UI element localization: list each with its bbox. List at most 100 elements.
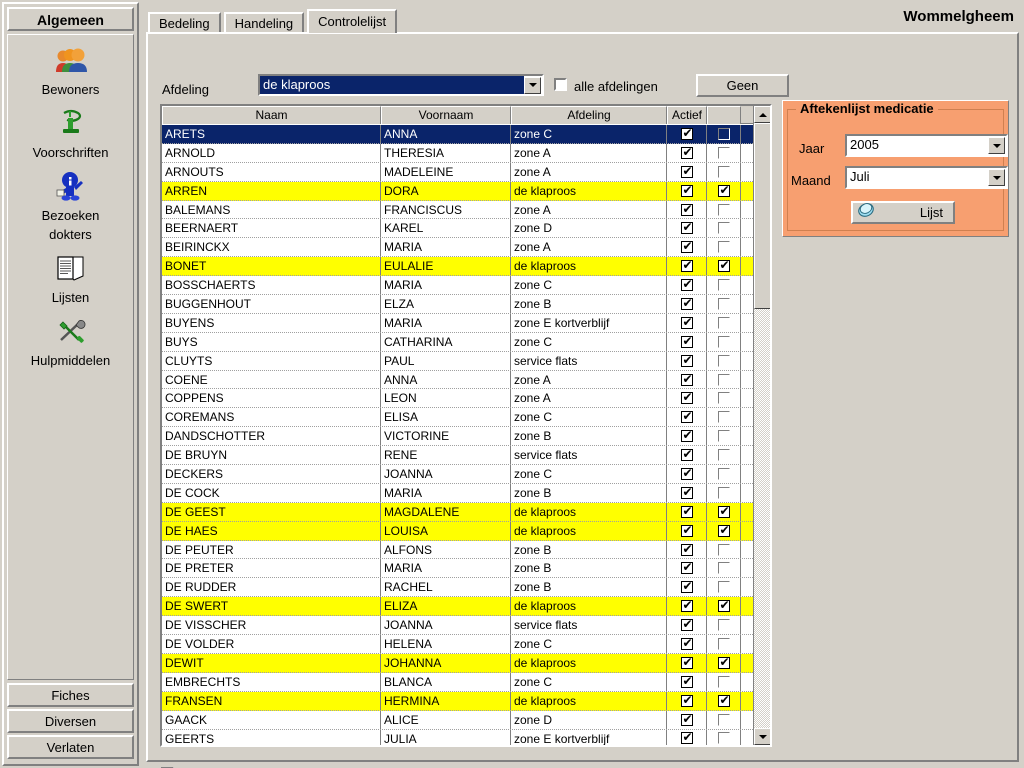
table-row[interactable]: DE RUDDER RACHEL zone B ✔ bbox=[162, 578, 753, 598]
geen-button[interactable]: Geen bbox=[696, 74, 789, 97]
cell-select-checkbox[interactable] bbox=[707, 672, 741, 691]
alle-afdelingen-checkbox[interactable] bbox=[554, 78, 567, 91]
tab-bedeling[interactable]: Bedeling bbox=[148, 12, 221, 33]
scroll-down-icon[interactable] bbox=[754, 728, 770, 745]
table-row[interactable]: ARETS ANNA zone C ✔ bbox=[162, 125, 753, 144]
scrollbar-track[interactable] bbox=[754, 123, 770, 728]
cell-select-checkbox[interactable] bbox=[707, 370, 741, 389]
cell-actief-checkbox[interactable]: ✔ bbox=[667, 540, 707, 559]
cell-select-checkbox[interactable] bbox=[707, 483, 741, 502]
cell-select-checkbox[interactable] bbox=[707, 427, 741, 446]
table-row[interactable]: ARNOLD THERESIA zone A ✔ bbox=[162, 143, 753, 163]
cell-actief-checkbox[interactable]: ✔ bbox=[667, 502, 707, 521]
cell-actief-checkbox[interactable]: ✔ bbox=[667, 578, 707, 597]
table-row[interactable]: BUYS CATHARINA zone C ✔ bbox=[162, 332, 753, 352]
cell-actief-checkbox[interactable]: ✔ bbox=[667, 446, 707, 465]
cell-select-checkbox[interactable]: ✔ bbox=[707, 181, 741, 200]
cell-select-checkbox[interactable] bbox=[707, 276, 741, 295]
tab-controlelijst[interactable]: Controlelijst bbox=[307, 9, 398, 33]
cell-select-checkbox[interactable] bbox=[707, 238, 741, 257]
cell-select-checkbox[interactable] bbox=[707, 295, 741, 313]
table-row[interactable]: ARREN DORA de klaproos ✔ ✔ bbox=[162, 181, 753, 201]
cell-actief-checkbox[interactable]: ✔ bbox=[667, 672, 707, 691]
cell-select-checkbox[interactable] bbox=[707, 125, 741, 143]
cell-actief-checkbox[interactable]: ✔ bbox=[667, 559, 707, 578]
table-row[interactable]: BALEMANS FRANCISCUS zone A ✔ bbox=[162, 200, 753, 220]
cell-select-checkbox[interactable] bbox=[707, 559, 741, 578]
table-row[interactable]: DE COCK MARIA zone B ✔ bbox=[162, 483, 753, 503]
cell-select-checkbox[interactable] bbox=[707, 162, 741, 181]
table-row[interactable]: GEERTS JULIA zone E kortverblijf ✔ bbox=[162, 729, 753, 745]
cell-select-checkbox[interactable] bbox=[707, 635, 741, 653]
table-row[interactable]: ARNOUTS MADELEINE zone A ✔ bbox=[162, 162, 753, 182]
cell-actief-checkbox[interactable]: ✔ bbox=[667, 691, 707, 710]
cell-select-checkbox[interactable]: ✔ bbox=[707, 521, 741, 540]
cell-select-checkbox[interactable] bbox=[707, 332, 741, 351]
cell-select-checkbox[interactable]: ✔ bbox=[707, 597, 741, 616]
cell-actief-checkbox[interactable]: ✔ bbox=[667, 710, 707, 729]
sidebar-item-lijsten[interactable]: Lijsten bbox=[8, 243, 133, 306]
cell-actief-checkbox[interactable]: ✔ bbox=[667, 181, 707, 200]
cell-actief-checkbox[interactable]: ✔ bbox=[667, 238, 707, 257]
column-header-actief[interactable]: Actief bbox=[667, 106, 707, 124]
cell-actief-checkbox[interactable]: ✔ bbox=[667, 465, 707, 483]
cell-actief-checkbox[interactable]: ✔ bbox=[667, 389, 707, 408]
cell-actief-checkbox[interactable]: ✔ bbox=[667, 125, 707, 143]
cell-select-checkbox[interactable]: ✔ bbox=[707, 653, 741, 672]
cell-actief-checkbox[interactable]: ✔ bbox=[667, 351, 707, 370]
cell-actief-checkbox[interactable]: ✔ bbox=[667, 370, 707, 389]
tab-handeling[interactable]: Handeling bbox=[223, 12, 305, 33]
cell-select-checkbox[interactable] bbox=[707, 408, 741, 427]
cell-select-checkbox[interactable] bbox=[707, 710, 741, 729]
table-row[interactable]: FRANSEN HERMINA de klaproos ✔ ✔ bbox=[162, 691, 753, 711]
cell-actief-checkbox[interactable]: ✔ bbox=[667, 408, 707, 427]
cell-select-checkbox[interactable] bbox=[707, 446, 741, 465]
chevron-down-icon[interactable] bbox=[988, 169, 1005, 186]
table-row[interactable]: DE VISSCHER JOANNA service flats ✔ bbox=[162, 616, 753, 636]
table-vertical-scrollbar[interactable] bbox=[753, 106, 770, 745]
sidebar-button-verlaten[interactable]: Verlaten bbox=[7, 735, 134, 759]
cell-actief-checkbox[interactable]: ✔ bbox=[667, 729, 707, 745]
cell-actief-checkbox[interactable]: ✔ bbox=[667, 521, 707, 540]
table-row[interactable]: COREMANS ELISA zone C ✔ bbox=[162, 408, 753, 428]
maand-select[interactable]: Juli bbox=[845, 166, 1008, 189]
sidebar-button-diversen[interactable]: Diversen bbox=[7, 709, 134, 733]
cell-actief-checkbox[interactable]: ✔ bbox=[667, 162, 707, 181]
sidebar-item-voorschriften[interactable]: Voorschriften bbox=[8, 98, 133, 161]
cell-select-checkbox[interactable] bbox=[707, 200, 741, 219]
cell-select-checkbox[interactable] bbox=[707, 729, 741, 745]
cell-actief-checkbox[interactable]: ✔ bbox=[667, 276, 707, 295]
jaar-select[interactable]: 2005 bbox=[845, 134, 1008, 157]
cell-actief-checkbox[interactable]: ✔ bbox=[667, 332, 707, 351]
cell-select-checkbox[interactable] bbox=[707, 351, 741, 370]
cell-actief-checkbox[interactable]: ✔ bbox=[667, 257, 707, 276]
cell-actief-checkbox[interactable]: ✔ bbox=[667, 219, 707, 238]
cell-select-checkbox[interactable] bbox=[707, 143, 741, 162]
cell-actief-checkbox[interactable]: ✔ bbox=[667, 295, 707, 313]
sidebar-item-hulpmiddelen[interactable]: Hulpmiddelen bbox=[8, 306, 133, 369]
column-header-voornaam[interactable]: Voornaam bbox=[381, 106, 511, 124]
table-row[interactable]: BEIRINCKX MARIA zone A ✔ bbox=[162, 238, 753, 258]
lijst-button[interactable]: Lijst bbox=[851, 201, 955, 224]
cell-select-checkbox[interactable] bbox=[707, 540, 741, 559]
column-header-naam[interactable]: Naam bbox=[162, 106, 381, 124]
table-row[interactable]: BEERNAERT KAREL zone D ✔ bbox=[162, 219, 753, 239]
chevron-down-icon[interactable] bbox=[988, 137, 1005, 154]
table-row[interactable]: DE HAES LOUISA de klaproos ✔ ✔ bbox=[162, 521, 753, 541]
scroll-up-icon[interactable] bbox=[754, 106, 770, 123]
cell-select-checkbox[interactable]: ✔ bbox=[707, 502, 741, 521]
table-row[interactable]: DE BRUYN RENE service flats ✔ bbox=[162, 446, 753, 466]
cell-actief-checkbox[interactable]: ✔ bbox=[667, 143, 707, 162]
scrollbar-thumb[interactable] bbox=[754, 123, 770, 309]
cell-actief-checkbox[interactable]: ✔ bbox=[667, 653, 707, 672]
cell-actief-checkbox[interactable]: ✔ bbox=[667, 616, 707, 635]
table-row[interactable]: DE SWERT ELIZA de klaproos ✔ ✔ bbox=[162, 597, 753, 617]
cell-select-checkbox[interactable]: ✔ bbox=[707, 257, 741, 276]
table-row[interactable]: BOSSCHAERTS MARIA zone C ✔ bbox=[162, 276, 753, 296]
cell-actief-checkbox[interactable]: ✔ bbox=[667, 427, 707, 446]
table-row[interactable]: GAACK ALICE zone D ✔ bbox=[162, 710, 753, 730]
table-row[interactable]: DE GEEST MAGDALENE de klaproos ✔ ✔ bbox=[162, 502, 753, 522]
cell-select-checkbox[interactable] bbox=[707, 389, 741, 408]
cell-select-checkbox[interactable] bbox=[707, 313, 741, 332]
table-row[interactable]: DEWIT JOHANNA de klaproos ✔ ✔ bbox=[162, 653, 753, 673]
